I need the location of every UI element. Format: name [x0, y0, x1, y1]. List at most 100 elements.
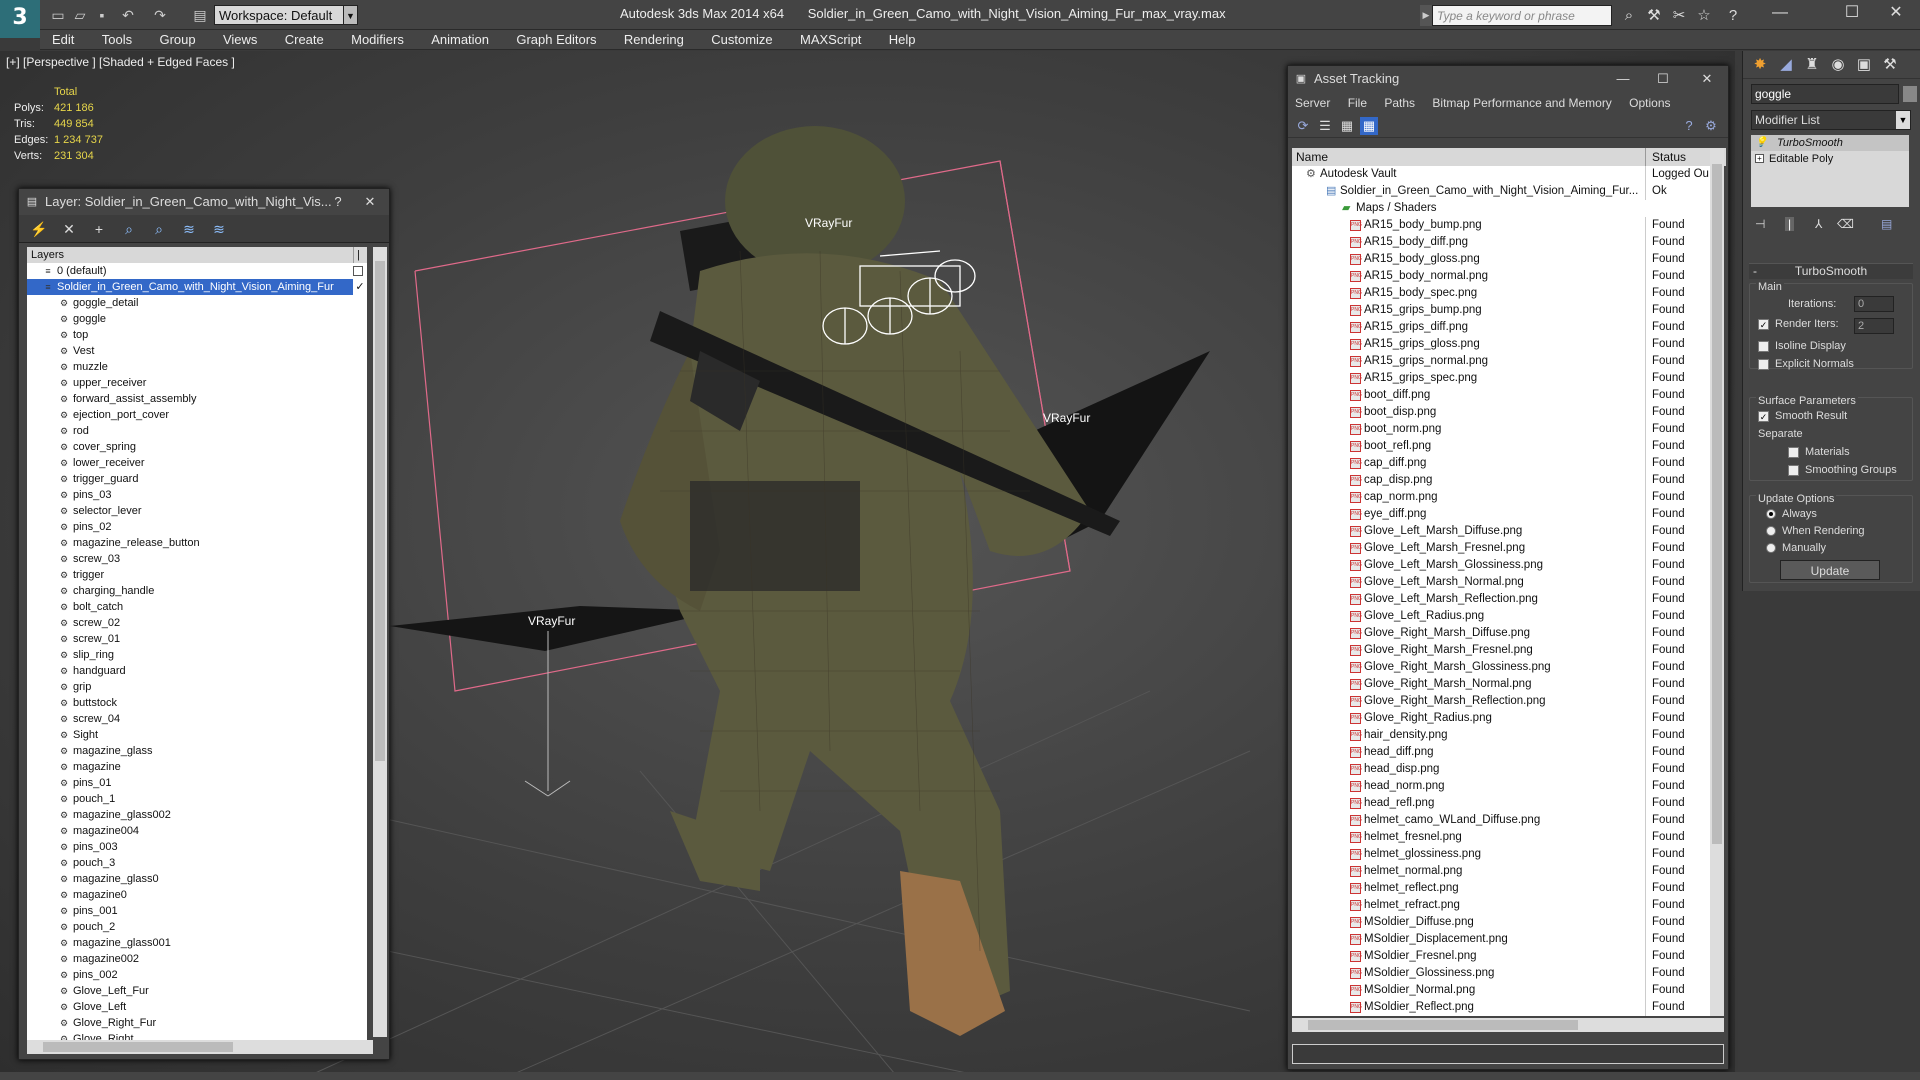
binoculars-icon[interactable]: ⌕	[1618, 6, 1640, 26]
menu-tools[interactable]: Tools	[90, 30, 144, 50]
layer-list[interactable]: ≡ 0 (default) ≡ Soldier_in_Green_Camo_with_…	[27, 263, 367, 1053]
layer-object-row[interactable]: ⚙ Glove_Left	[27, 999, 367, 1015]
asset-row[interactable]: PNG AR15_grips_normal.png Found	[1292, 353, 1710, 370]
layer-object-row[interactable]: ⚙ trigger	[27, 567, 367, 583]
stack-item-editable-poly[interactable]: + Editable Poly	[1751, 151, 1909, 167]
asset-tracking-header[interactable]: ▣ Asset Tracking — ☐ ✕	[1288, 66, 1728, 92]
undo-icon[interactable]: ↶	[118, 5, 138, 25]
layer-object-row[interactable]: ⚙ goggle_detail	[27, 295, 367, 311]
layer-object-row[interactable]: ⚙ slip_ring	[27, 647, 367, 663]
layer-object-row[interactable]: ⚙ Sight	[27, 727, 367, 743]
always-radio[interactable]	[1766, 509, 1776, 520]
new-file-icon[interactable]: ▭	[48, 5, 68, 25]
layer-object-row[interactable]: ⚙ magazine002	[27, 951, 367, 967]
explicit-normals-checkbox[interactable]	[1758, 358, 1769, 370]
configure-sets-icon[interactable]: ▤	[1881, 217, 1892, 231]
layer-object-row[interactable]: ⚙ forward_assist_assembly	[27, 391, 367, 407]
asset-row[interactable]: PNG AR15_grips_bump.png Found	[1292, 302, 1710, 319]
menu-create[interactable]: Create	[273, 30, 336, 50]
layer-object-row[interactable]: ⚙ selector_lever	[27, 503, 367, 519]
when-rendering-radio[interactable]	[1766, 526, 1776, 537]
manually-radio[interactable]	[1766, 543, 1776, 554]
asset-name-column-header[interactable]: Name	[1296, 150, 1328, 164]
layer-panel-header[interactable]: ▤ Layer: Soldier_in_Green_Camo_with_Nigh…	[19, 189, 389, 215]
layer-object-row[interactable]: ⚙ pouch_1	[27, 791, 367, 807]
layer-object-row[interactable]: ⚙ charging_handle	[27, 583, 367, 599]
smooth-result-checkbox[interactable]: ✓	[1758, 410, 1769, 422]
object-color-swatch[interactable]	[1903, 86, 1917, 102]
asset-row[interactable]: PNG boot_norm.png Found	[1292, 421, 1710, 438]
asset-row[interactable]: PNG helmet_refract.png Found	[1292, 897, 1710, 914]
asset-row[interactable]: PNG eye_diff.png Found	[1292, 506, 1710, 523]
asset-row[interactable]: PNG Glove_Right_Marsh_Diffuse.png Found	[1292, 625, 1710, 642]
menu-modifiers[interactable]: Modifiers	[339, 30, 416, 50]
app-menu-button[interactable]: 3	[0, 0, 40, 38]
asset-scroll-thumb[interactable]	[1712, 164, 1722, 844]
asset-row[interactable]: PNG Glove_Left_Marsh_Normal.png Found	[1292, 574, 1710, 591]
asset-row[interactable]: PNG cap_norm.png Found	[1292, 489, 1710, 506]
asset-row[interactable]: PNG AR15_body_diff.png Found	[1292, 234, 1710, 251]
open-file-icon[interactable]: ▱	[70, 5, 90, 25]
asset-list[interactable]: ⚙ Autodesk Vault Logged Ou ▤ Soldier_in_Gree…	[1292, 166, 1710, 1016]
layer-object-row[interactable]: ⚙ handguard	[27, 663, 367, 679]
maximize-window-icon[interactable]: ☐	[1829, 0, 1875, 26]
layer-object-row[interactable]: ⚙ pins_002	[27, 967, 367, 983]
modifier-list-dropdown[interactable]: Modifier List ▼	[1751, 110, 1911, 130]
asset-row[interactable]: PNG Glove_Right_Marsh_Fresnel.png Found	[1292, 642, 1710, 659]
rollout-collapse-icon[interactable]: -	[1753, 264, 1757, 278]
asset-hscroll-thumb[interactable]	[1308, 1020, 1578, 1030]
freeze-all-layers-icon[interactable]: ≋	[209, 220, 229, 238]
asset-settings-icon[interactable]: ⚙	[1702, 117, 1720, 135]
layer-object-row[interactable]: ⚙ magazine_glass	[27, 743, 367, 759]
asset-row[interactable]: PNG helmet_camo_WLand_Diffuse.png Found	[1292, 812, 1710, 829]
menu-animation[interactable]: Animation	[419, 30, 501, 50]
layer-object-row[interactable]: ⚙ pins_001	[27, 903, 367, 919]
layer-object-row[interactable]: ⚙ magazine_release_button	[27, 535, 367, 551]
communication-icon[interactable]: ✂	[1668, 6, 1690, 26]
utilities-tab-icon[interactable]: ⚒	[1879, 54, 1901, 76]
asset-row[interactable]: PNG Glove_Left_Radius.png Found	[1292, 608, 1710, 625]
layer-object-row[interactable]: ⚙ magazine0	[27, 887, 367, 903]
asset-row[interactable]: PNG MSoldier_Glossiness.png Found	[1292, 965, 1710, 982]
asset-menu-bitmap[interactable]: Bitmap Performance and Memory	[1425, 92, 1618, 114]
iterations-spinner[interactable]: 0	[1854, 296, 1894, 312]
asset-row[interactable]: ▤ Soldier_in_Green_Camo_with_Night_Vision…	[1292, 183, 1710, 200]
asset-row[interactable]: PNG head_refl.png Found	[1292, 795, 1710, 812]
hide-toggle[interactable]	[353, 266, 363, 276]
asset-row[interactable]: PNG AR15_grips_spec.png Found	[1292, 370, 1710, 387]
workspace-select[interactable]: Workspace: Default	[214, 5, 352, 25]
expand-icon[interactable]: +	[1755, 154, 1764, 163]
favorites-star-icon[interactable]: ☆	[1693, 6, 1715, 26]
asset-row[interactable]: PNG MSoldier_Diffuse.png Found	[1292, 914, 1710, 931]
layer-object-row[interactable]: ⚙ trigger_guard	[27, 471, 367, 487]
modifier-list-arrow[interactable]: ▼	[1896, 111, 1910, 129]
layer-object-row[interactable]: ⚙ Glove_Right_Fur	[27, 1015, 367, 1031]
highlight-layer-icon[interactable]: ⌕	[149, 220, 169, 238]
project-folder-icon[interactable]: ▤	[190, 5, 210, 25]
asset-menu-paths[interactable]: Paths	[1377, 92, 1422, 114]
asset-row[interactable]: PNG AR15_body_spec.png Found	[1292, 285, 1710, 302]
menu-customize[interactable]: Customize	[699, 30, 784, 50]
layer-object-row[interactable]: ⚙ cover_spring	[27, 439, 367, 455]
asset-row[interactable]: ⚙ Autodesk Vault Logged Ou	[1292, 166, 1710, 183]
asset-close-icon[interactable]: ✕	[1692, 66, 1722, 92]
layer-horizontal-scrollbar[interactable]	[27, 1040, 373, 1054]
hide-all-layers-icon[interactable]: ≋	[179, 220, 199, 238]
asset-row[interactable]: PNG Glove_Left_Marsh_Glossiness.png Found	[1292, 557, 1710, 574]
asset-horizontal-scrollbar[interactable]	[1292, 1018, 1724, 1032]
asset-menu-file[interactable]: File	[1341, 92, 1374, 114]
asset-row[interactable]: PNG Glove_Right_Marsh_Reflection.png Found	[1292, 693, 1710, 710]
layer-scroll-thumb[interactable]	[375, 261, 385, 761]
refresh-icon[interactable]: ⟳	[1294, 117, 1312, 135]
asset-row[interactable]: PNG Glove_Right_Radius.png Found	[1292, 710, 1710, 727]
menu-help[interactable]: Help	[877, 30, 928, 50]
update-button[interactable]: Update	[1780, 560, 1880, 580]
layer-object-row[interactable]: ⚙ magazine_glass002	[27, 807, 367, 823]
layer-row[interactable]: ≡ Soldier_in_Green_Camo_with_Night_Vision…	[27, 279, 367, 295]
close-window-icon[interactable]: ✕	[1873, 0, 1919, 26]
asset-row[interactable]: PNG helmet_normal.png Found	[1292, 863, 1710, 880]
asset-menu-options[interactable]: Options	[1622, 92, 1677, 114]
layer-object-row[interactable]: ⚙ pins_01	[27, 775, 367, 791]
asset-path-field[interactable]	[1292, 1044, 1724, 1064]
asset-row[interactable]: PNG MSoldier_Displacement.png Found	[1292, 931, 1710, 948]
